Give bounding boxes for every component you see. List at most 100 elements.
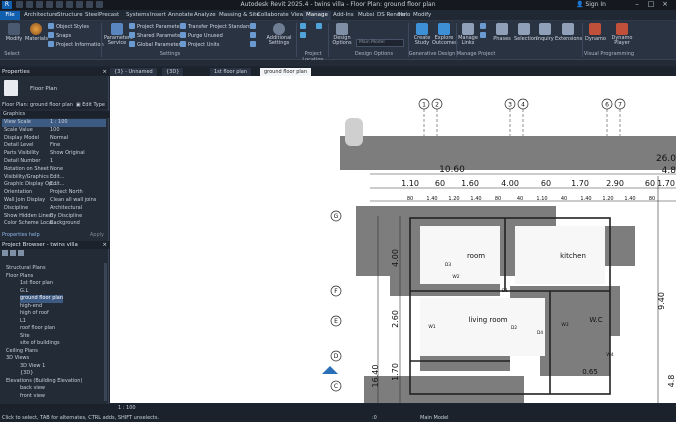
property-row[interactable]: Detail Number 1 [2,158,106,166]
search-icon[interactable] [10,250,16,256]
doc-tab[interactable]: {3D} [162,68,185,76]
modify-button[interactable]: Modify [3,23,25,42]
apply-button[interactable]: Apply [90,232,104,238]
undo-icon[interactable] [36,1,43,8]
filter-icon[interactable] [18,250,24,256]
file-app-icon[interactable]: R [2,1,12,9]
inquiry-button[interactable]: Inquiry [535,23,555,42]
panel-label-select[interactable]: Select [2,51,22,57]
selection-button[interactable]: Selection [514,23,537,42]
snaps-button[interactable]: Snaps [48,32,71,39]
browser-item[interactable]: roof floor plan [20,325,55,333]
property-value[interactable]: Project North [50,189,83,197]
location-button[interactable] [300,23,308,30]
property-row[interactable]: Scale Value 100 [2,127,106,135]
drawing-canvas[interactable]: 123467 GFEDC 10.60 1.10 60 1.60 4.00 60 1.70 2.… [110,76,676,403]
browser-item[interactable]: G.L [20,288,28,296]
views-icon[interactable] [2,250,8,256]
text-icon[interactable] [76,1,83,8]
browser-item[interactable]: high of roof [20,310,49,318]
additional-settings-button[interactable]: Additional Settings [264,23,294,46]
purge-unused-button[interactable]: Purge Unused [180,32,223,39]
property-row[interactable]: View Scale 1 : 100 [2,119,106,127]
tab-structure[interactable]: Structure [54,11,86,20]
main-model-dropdown[interactable]: Main Model [356,39,404,47]
browser-item[interactable]: 3D Views [6,355,29,363]
settings-small-2[interactable] [250,32,258,39]
tab-add-ins[interactable]: Add-Ins [330,11,357,20]
explore-outcomes-button[interactable]: Explore Outcomes [432,23,457,46]
browser-item[interactable]: Ceiling Plans [6,348,38,356]
doc-tab[interactable]: {3} - Unnamed [110,68,158,76]
macros-button[interactable]: Extensions [555,23,582,42]
dynamo-player-button[interactable]: Dynamo Player [607,23,637,46]
tab-file[interactable]: File [0,11,20,20]
browser-item[interactable]: 1st floor plan [20,280,53,288]
property-value[interactable]: 1 [50,158,53,166]
property-value[interactable]: Fine [50,142,60,150]
property-value[interactable]: Normal [50,135,68,143]
global-parameters-button[interactable]: Global Parameters [129,41,183,48]
project-information-button[interactable]: Project Information [48,41,104,48]
browser-item[interactable]: Floor Plans [6,273,33,281]
save-icon[interactable] [26,1,33,8]
close-icon[interactable]: × [102,241,107,249]
property-row[interactable]: Rotation on Sheet None [2,166,106,174]
property-value[interactable]: Clean all wall joins [50,197,96,205]
print-icon[interactable] [56,1,63,8]
worksets-counter[interactable]: :0 [372,415,377,421]
manage-project-small-1[interactable] [480,23,488,30]
property-row[interactable]: Color Scheme Loca... Background [2,220,106,228]
section-icon[interactable] [96,1,103,8]
property-row[interactable]: Orientation Project North [2,189,106,197]
browser-item[interactable]: Structural Plans [6,265,46,273]
browser-item[interactable]: high-end [20,303,42,311]
create-study-button[interactable]: Create Study [412,23,432,46]
doc-tab[interactable]: ground floor plan [260,68,312,76]
project-parameters-button[interactable]: Project Parameters [129,23,184,30]
minimize-icon[interactable]: – [630,0,644,8]
property-value[interactable]: Edit... [50,174,64,182]
property-row[interactable]: Display Model Normal [2,135,106,143]
browser-item[interactable]: back view [20,385,45,393]
browser-item[interactable]: {3D} [20,370,33,378]
settings-small-1[interactable] [250,23,258,30]
property-value[interactable]: None [50,166,63,174]
property-row[interactable]: Show Hidden Lines By Discipline [2,213,106,221]
property-row[interactable]: Detail Level Fine [2,142,106,150]
close-icon[interactable]: × [658,0,672,8]
phases-button[interactable]: Phases [492,23,512,42]
parameters-service-button[interactable]: Parameters Service [104,23,133,46]
tab-modify[interactable]: Modify [410,11,434,20]
object-styles-button[interactable]: Object Styles [48,23,89,30]
design-options-button[interactable]: Design Options [330,23,354,46]
property-value[interactable]: By Discipline [50,213,82,221]
maximize-icon[interactable]: □ [644,0,658,8]
tab-precast[interactable]: Precast [96,11,122,20]
scrollbar[interactable] [104,263,107,401]
section-graphics[interactable]: Graphics [1,111,109,118]
browser-item[interactable]: site of buildings [20,340,60,348]
property-value[interactable]: 100 [50,127,60,135]
browser-item[interactable]: ground floor plan [20,295,63,303]
edit-type-button[interactable]: ▣ Edit Type [76,102,105,109]
property-value[interactable]: Background [50,220,80,228]
settings-small-3[interactable] [250,41,258,48]
doc-tab[interactable]: 1st floor plan [210,68,253,76]
browser-item[interactable]: front view [20,393,45,401]
sign-in-link[interactable]: 👤 Sign In [576,1,606,8]
view-scale[interactable]: 1 : 100 [118,405,136,411]
measure-icon[interactable] [66,1,73,8]
property-row[interactable]: Parts Visibility Show Original [2,150,106,158]
property-value[interactable]: Show Original [50,150,85,158]
instance-selector[interactable]: Floor Plan: ground floor plan ▣ Edit Typ… [1,102,107,109]
manage-project-small-2[interactable] [480,32,488,39]
close-icon[interactable]: × [102,68,107,76]
property-row[interactable]: Wall Join Display Clean all wall joins [2,197,106,205]
properties-help-link[interactable]: Properties help [2,232,40,238]
open-icon[interactable] [16,1,23,8]
main-model-status[interactable]: Main Model [420,415,449,421]
property-value[interactable]: Architectural [50,205,82,213]
property-row[interactable]: Visibility/Graphics ... Edit... [2,174,106,182]
position-button[interactable] [316,23,324,30]
